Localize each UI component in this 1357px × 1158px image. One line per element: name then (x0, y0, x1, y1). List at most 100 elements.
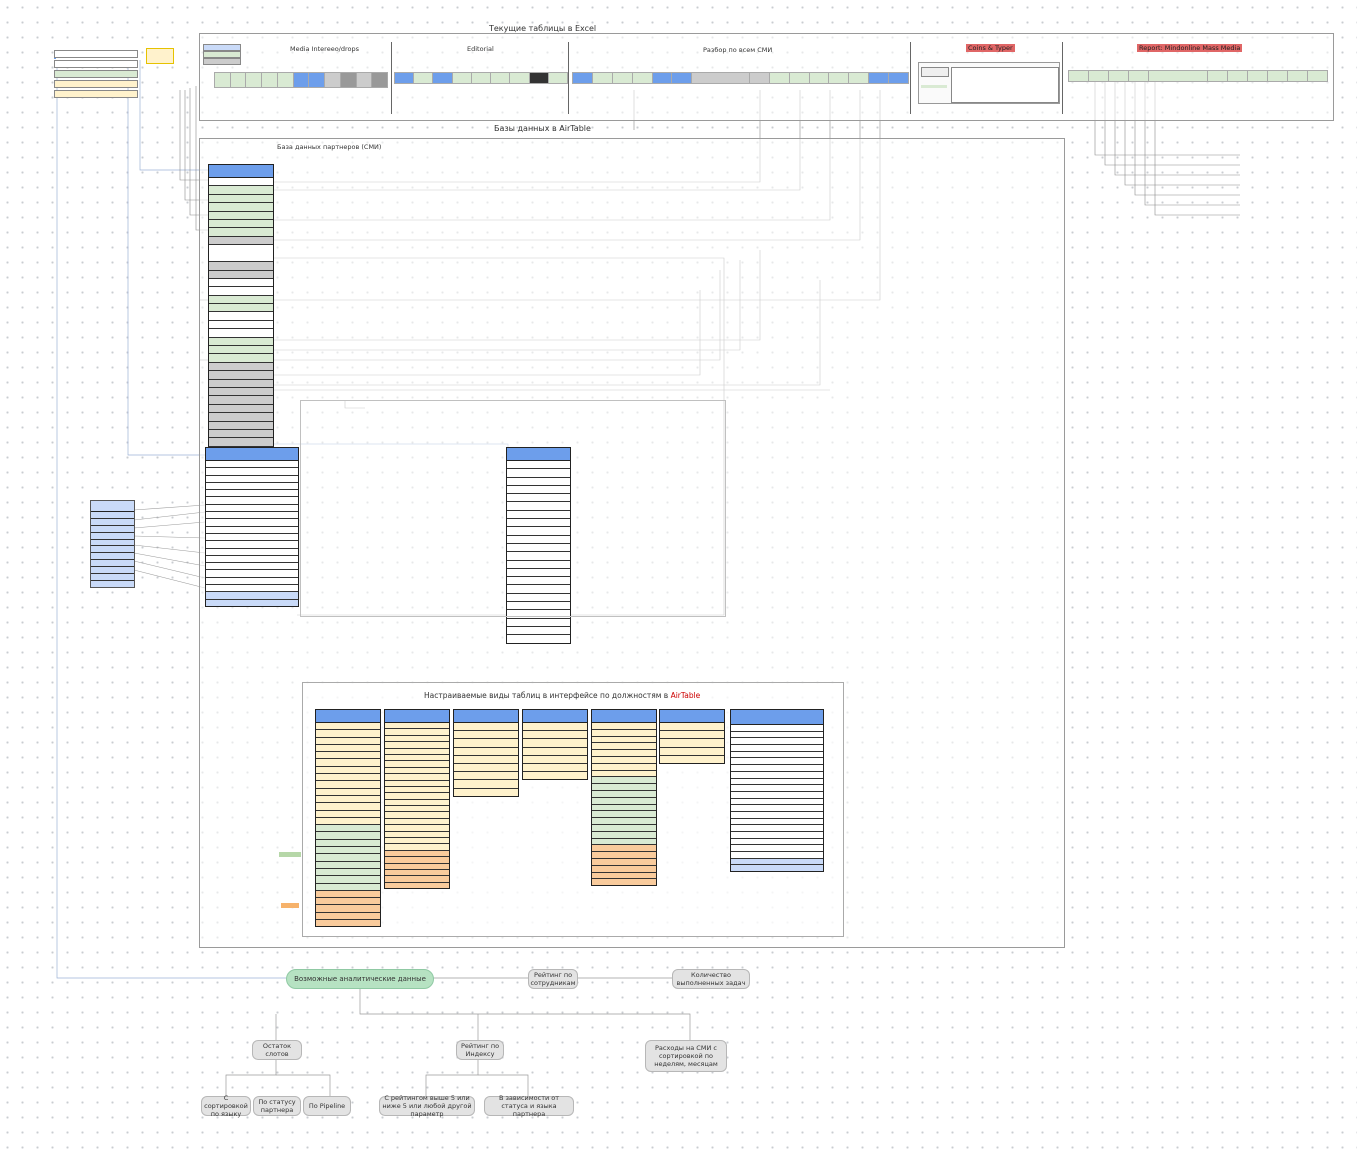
table-row (209, 413, 273, 422)
view-table-5 (591, 709, 657, 887)
table-row (91, 567, 134, 575)
table-row (454, 747, 518, 756)
sheet-title-report: Report: Mindonline Mass Media (1137, 44, 1243, 52)
table-header (660, 710, 724, 723)
table-row (316, 905, 380, 913)
table-row (592, 770, 656, 778)
table-row (206, 482, 298, 491)
table-row (592, 777, 656, 785)
table-row (209, 228, 273, 237)
table-row (209, 236, 273, 246)
table-row (316, 766, 380, 775)
table-row (206, 599, 298, 606)
table-row (316, 759, 380, 767)
table-row (91, 539, 134, 547)
rating-above: С рейтингом выше 5 или ниже 5 или любой … (379, 1094, 475, 1118)
table-row (206, 592, 298, 600)
sheet-divider-3 (910, 42, 911, 114)
sticky-note (146, 48, 174, 64)
table-row (91, 560, 134, 568)
table-row (316, 883, 380, 891)
excel-legend-1 (203, 44, 241, 51)
table-row (91, 518, 134, 526)
table-row (592, 824, 656, 832)
table-row (206, 512, 298, 520)
table-row (316, 876, 380, 884)
table-row (91, 532, 134, 540)
partners-db-title: База данных партнеров (СМИ) (277, 143, 382, 151)
table-row (206, 461, 298, 469)
table-row (592, 723, 656, 730)
table-row (209, 379, 273, 388)
table-row (209, 387, 273, 397)
table-row (592, 804, 656, 812)
table-row (592, 763, 656, 771)
excel-legend-3 (203, 58, 241, 65)
table-row (731, 751, 823, 759)
table-row (316, 898, 380, 906)
table-row (209, 329, 273, 338)
view-table-4 (522, 709, 588, 781)
table-header (206, 448, 298, 461)
analytics-main: Возможные аналитические данные (286, 969, 434, 989)
view-table-3 (453, 709, 519, 797)
linked-frame (300, 400, 726, 617)
by-pipeline: По Pipeline (303, 1096, 351, 1116)
table-row (592, 743, 656, 751)
table-row (209, 270, 273, 279)
table-header (731, 710, 823, 725)
table-row (316, 839, 380, 848)
sheet-media-columns (214, 72, 388, 88)
table-row (316, 861, 380, 869)
table-row (660, 739, 724, 748)
table-row (523, 731, 587, 740)
sheet-title-media: Media Intereeo/drops (290, 45, 360, 53)
table-row (91, 553, 134, 561)
sheet-title-smi: Разбор по всем СМИ (703, 46, 773, 54)
table-row (316, 788, 380, 796)
excel-legend-2 (203, 51, 241, 58)
table-row (206, 475, 298, 483)
table-row (209, 245, 273, 263)
table-row (507, 626, 570, 636)
table-row (731, 725, 823, 732)
table-row (316, 825, 380, 833)
table-row (454, 772, 518, 781)
table-row (454, 755, 518, 764)
table-row (316, 847, 380, 855)
sheet-divider-1 (391, 42, 392, 114)
table-row (523, 763, 587, 773)
table-row (91, 525, 134, 533)
table-header (209, 165, 273, 178)
table-row (592, 750, 656, 757)
table-row (209, 211, 273, 220)
table-row (731, 818, 823, 826)
table-row (454, 763, 518, 773)
rating-staff: Рейтинг по сотрудникам (528, 969, 578, 989)
table-row (592, 865, 656, 873)
view-table-2 (384, 709, 450, 890)
table-row (209, 278, 273, 288)
table-row (592, 818, 656, 825)
table-row (316, 781, 380, 789)
table-row (731, 785, 823, 792)
table-row (206, 555, 298, 564)
table-row (731, 771, 823, 779)
table-row (209, 312, 273, 321)
table-row (731, 765, 823, 772)
table-row (592, 879, 656, 886)
sheet-smi-columns (572, 72, 909, 84)
table-row (316, 795, 380, 804)
slots-left: Остаток слотов (252, 1040, 302, 1060)
table-row (731, 858, 823, 866)
table-row (316, 803, 380, 811)
table-row (91, 546, 134, 554)
sheet-divider-4 (1062, 42, 1063, 114)
views-title: Настраиваемые виды таблиц в интерфейсе п… (424, 691, 700, 700)
table-row (316, 817, 380, 826)
table-row (209, 186, 273, 195)
table-row (316, 752, 380, 760)
table-row (731, 798, 823, 806)
table-row (206, 504, 298, 513)
table-row (91, 574, 134, 581)
